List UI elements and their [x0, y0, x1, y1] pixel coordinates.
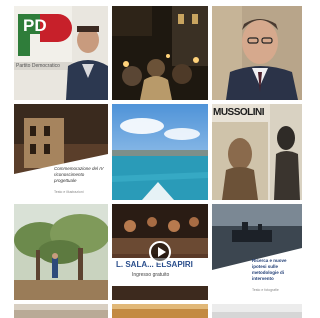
grid-tile-12[interactable]	[212, 304, 302, 318]
photo-man-in-suit	[212, 6, 302, 100]
photo-partial-2	[112, 304, 208, 318]
grid-tile-10[interactable]	[14, 304, 108, 318]
photo-partial-3	[212, 304, 302, 318]
photo-mussolini-posters	[212, 104, 302, 200]
photo-boat-article	[212, 204, 302, 300]
photo-night-vigil	[112, 6, 208, 100]
photo-pd-politician	[14, 6, 108, 100]
grid-tile-7[interactable]	[14, 204, 108, 300]
photo-partial-1	[14, 304, 108, 318]
grid-tile-3[interactable]	[212, 6, 302, 100]
photo-sea-harbor	[112, 104, 208, 200]
image-grid: PD Partito Democratico Commemorazione de…	[0, 0, 302, 318]
grid-tile-4[interactable]: Commemorazione del IV riconoscimento pro…	[14, 104, 108, 200]
grid-tile-1[interactable]: PD Partito Democratico	[14, 6, 108, 100]
grid-tile-8[interactable]: L. SALA... ELSAPIRI Ingresso gratuito	[112, 204, 208, 300]
grid-tile-6[interactable]: MUSSOLINI	[212, 104, 302, 200]
grid-tile-2[interactable]	[112, 6, 208, 100]
grid-tile-5[interactable]	[112, 104, 208, 200]
photo-olive-trees	[14, 204, 108, 300]
grid-tile-9[interactable]: Ricerca e nuove ipotesi sulle metodologi…	[212, 204, 302, 300]
play-icon[interactable]	[149, 241, 171, 263]
grid-tile-11[interactable]	[112, 304, 208, 318]
photo-palace-article	[14, 104, 108, 200]
